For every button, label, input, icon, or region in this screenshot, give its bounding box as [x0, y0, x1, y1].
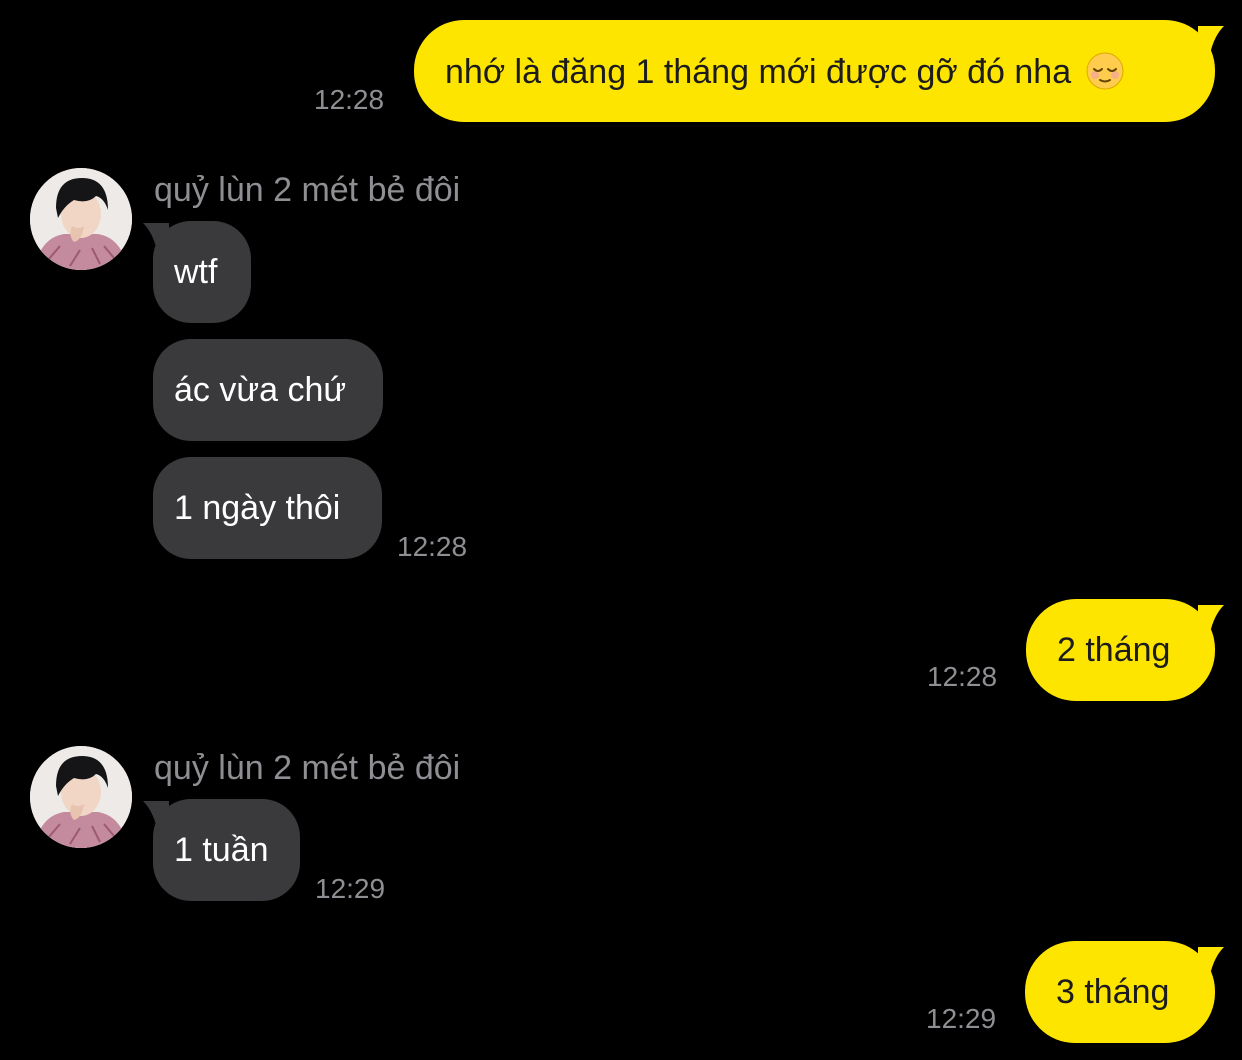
chat-thread[interactable]: nhớ là đăng 1 tháng mới được gỡ đó nha 1…: [0, 0, 1242, 1060]
incoming-message-bubble[interactable]: 1 ngày thôi: [153, 457, 382, 559]
profile-photo-icon: [30, 168, 132, 270]
message-text: 1 tuần: [174, 831, 269, 869]
incoming-message-bubble[interactable]: ác vừa chứ: [153, 339, 383, 441]
message-timestamp: 12:28: [927, 661, 998, 692]
relieved-face-emoji-icon: [1086, 52, 1124, 90]
incoming-message-bubble[interactable]: 1 tuần: [153, 799, 300, 901]
message-text: 3 tháng: [1056, 973, 1170, 1011]
bubble-tail: [1198, 605, 1224, 633]
message-text: ác vừa chứ: [174, 371, 347, 409]
incoming-message-bubble[interactable]: wtf: [153, 221, 251, 323]
message-timestamp: 12:28: [397, 531, 468, 562]
bubble-tail: [1198, 26, 1224, 54]
message-text: nhớ là đăng 1 tháng mới được gỡ đó nha: [445, 51, 1183, 92]
profile-photo-icon: [30, 746, 132, 848]
message-text: 1 ngày thôi: [174, 489, 341, 527]
message-timestamp: 12:29: [926, 1003, 997, 1034]
contact-avatar[interactable]: [30, 746, 132, 848]
outgoing-message-bubble[interactable]: 3 tháng: [1025, 941, 1215, 1043]
contact-avatar[interactable]: [30, 168, 132, 270]
sender-name: quỷ lùn 2 mét bẻ đôi: [154, 749, 461, 787]
message-timestamp: 12:28: [314, 84, 385, 115]
message-text: 2 tháng: [1057, 631, 1171, 669]
message-timestamp: 12:29: [315, 873, 386, 904]
sender-name: quỷ lùn 2 mét bẻ đôi: [154, 171, 461, 209]
outgoing-message-bubble[interactable]: nhớ là đăng 1 tháng mới được gỡ đó nha: [414, 20, 1215, 122]
message-text: wtf: [174, 253, 218, 291]
bubble-tail: [1198, 947, 1224, 975]
outgoing-message-bubble[interactable]: 2 tháng: [1026, 599, 1215, 701]
